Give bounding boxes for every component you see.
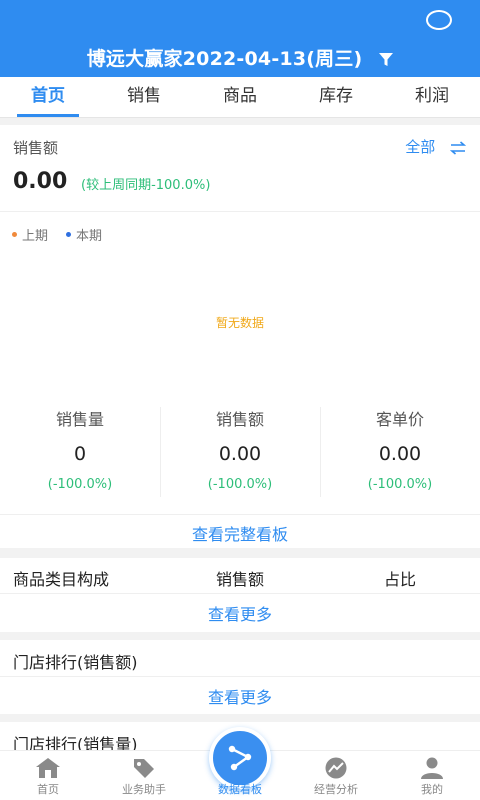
scope-label: 全部	[405, 138, 436, 156]
nav-label: 业务助手	[122, 783, 166, 796]
table-header: 商品类目构成 销售额 占比	[0, 566, 480, 590]
bottom-nav: 首页 业务助手 数据看板 经营分析 我的	[0, 727, 480, 800]
nav-home[interactable]: 首页	[0, 751, 96, 800]
summary-label: 销售额	[13, 139, 59, 157]
home-icon	[36, 758, 60, 778]
legend-dot	[66, 232, 72, 237]
stat-label: 销售量	[55, 410, 104, 429]
tab-profit[interactable]: 利润	[384, 77, 480, 117]
divider	[0, 514, 480, 515]
trend-icon	[325, 757, 347, 779]
stats-row: 销售量 0 (-100.0%) 销售额 0.00 (-100.0%) 客单价 0…	[0, 395, 480, 505]
tab-sales[interactable]: 销售	[96, 77, 192, 117]
stat-change: (-100.0%)	[47, 477, 113, 492]
tag-icon	[134, 759, 154, 778]
divider	[0, 211, 480, 212]
legend-label: 本期	[76, 229, 103, 244]
filter-icon[interactable]	[379, 52, 394, 67]
dashboard-icon	[228, 745, 252, 771]
header-title: 博远大赢家2022-04-13(周三)	[86, 48, 363, 70]
card-title: 门店排行(销售额)	[13, 653, 138, 672]
summary-compare: (较上周同期-100.0%)	[81, 178, 211, 193]
nav-label: 数据看板	[218, 783, 262, 796]
circle-icon[interactable]	[426, 10, 452, 30]
tab-inventory[interactable]: 库存	[288, 77, 384, 117]
stat-change: (-100.0%)	[207, 477, 273, 492]
stat-avg-order: 客单价 0.00 (-100.0%)	[320, 395, 480, 505]
divider	[0, 676, 480, 677]
scope-selector[interactable]: 全部	[405, 136, 466, 157]
data-board-fab[interactable]	[209, 727, 271, 789]
column-header-share: 占比	[383, 570, 416, 589]
summary-value: 0.00	[13, 169, 68, 194]
divider	[0, 593, 480, 594]
legend-label: 上期	[22, 229, 49, 244]
legend-dot	[12, 232, 17, 237]
view-more-link[interactable]: 查看更多	[0, 601, 480, 625]
top-tabs: 首页 销售 商品 库存 利润	[0, 77, 480, 118]
nav-data-board[interactable]: 数据看板	[192, 727, 288, 800]
nav-mine[interactable]: 我的	[384, 751, 480, 800]
sales-summary-card: 销售额 全部 0.00 (较上周同期-100.0%) 上期 本期 暂无数据 销售…	[0, 125, 480, 548]
view-more-link[interactable]: 查看更多	[0, 684, 480, 708]
user-icon	[421, 757, 443, 779]
nav-label: 经营分析	[314, 783, 358, 796]
tab-home[interactable]: 首页	[0, 77, 96, 117]
column-header-category: 商品类目构成	[13, 570, 110, 589]
nav-business-assistant[interactable]: 业务助手	[96, 751, 192, 800]
nav-label: 首页	[37, 783, 59, 796]
legend-item-current: 本期	[66, 225, 102, 244]
stat-amount: 销售额 0.00 (-100.0%)	[160, 395, 320, 505]
store-rank-amount-card: 门店排行(销售额) 查看更多	[0, 640, 480, 714]
app-header: 博远大赢家2022-04-13(周三)	[0, 0, 480, 77]
category-table-card: 商品类目构成 销售额 占比 查看更多	[0, 558, 480, 632]
column-header-amount: 销售额	[215, 570, 264, 589]
swap-icon	[450, 140, 466, 155]
view-full-board-link[interactable]: 查看完整看板	[0, 521, 480, 545]
stat-change: (-100.0%)	[367, 477, 433, 492]
stat-quantity: 销售量 0 (-100.0%)	[0, 395, 160, 505]
nav-analysis[interactable]: 经营分析	[288, 751, 384, 800]
tab-products[interactable]: 商品	[192, 77, 288, 117]
chart-empty-text: 暂无数据	[215, 316, 264, 330]
stat-label: 销售额	[215, 410, 264, 429]
stat-value: 0.00	[218, 443, 262, 465]
stat-value: 0.00	[378, 443, 422, 465]
stat-label: 客单价	[375, 410, 424, 429]
chart-legend: 上期 本期	[12, 225, 102, 244]
legend-item-previous: 上期	[12, 225, 48, 244]
header-title-bar[interactable]: 博远大赢家2022-04-13(周三)	[0, 44, 480, 71]
nav-label: 我的	[421, 783, 443, 796]
stat-value: 0	[73, 443, 87, 465]
